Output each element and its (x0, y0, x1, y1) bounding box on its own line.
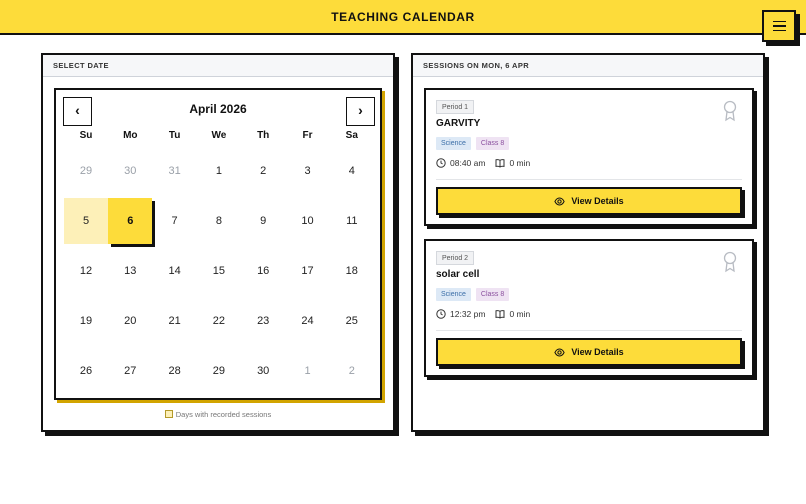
calendar-day[interactable]: 2 (241, 148, 285, 194)
book-icon (495, 310, 505, 319)
calendar-day-selected[interactable]: 6 (108, 198, 153, 244)
calendar-day[interactable]: 16 (241, 248, 285, 294)
weekday-label: Th (257, 130, 270, 141)
calendar-day[interactable]: 19 (64, 298, 108, 344)
calendar-day[interactable]: 31 (153, 148, 197, 194)
calendar-day[interactable]: 7 (153, 198, 197, 244)
recorded-day-swatch (164, 410, 173, 418)
calendar-day[interactable]: 25 (330, 298, 374, 344)
session-time: 12:32 pm (450, 309, 486, 319)
award-icon (723, 100, 737, 122)
next-month-button[interactable]: › (346, 97, 375, 126)
app-header: TEACHING CALENDAR (0, 0, 806, 42)
calendar-grid: 29 30 31 1 2 3 4 5 6 7 8 9 10 11 12 13 14 15 16 17 18 19 20 21 2… (64, 148, 374, 398)
calendar-day[interactable]: 17 (286, 248, 330, 294)
calendar-day[interactable]: 14 (153, 248, 197, 294)
session-duration: 0 min (509, 309, 531, 319)
calendar-legend: Days with recorded sessions (43, 410, 393, 419)
calendar-day[interactable]: 24 (286, 298, 330, 344)
calendar-day[interactable]: 1 (197, 148, 241, 194)
class-tag: Class 8 (475, 137, 510, 150)
subject-tag: Science (436, 137, 471, 150)
session-card: Period 1 GARVITY Science Class 8 08:40 a… (424, 88, 754, 226)
calendar-day[interactable]: 28 (153, 348, 197, 394)
session-card: Period 2 solar cell Science Class 8 12:3… (424, 239, 754, 377)
select-date-heading: SELECT DATE (43, 55, 393, 77)
award-icon (723, 251, 737, 273)
calendar-day[interactable]: 13 (108, 248, 152, 294)
view-details-label: View Details (571, 196, 624, 206)
session-duration: 0 min (509, 158, 531, 168)
weekday-label: We (211, 130, 227, 141)
class-tag: Class 8 (475, 288, 510, 301)
weekday-label: Tu (168, 130, 181, 141)
legend-label: Days with recorded sessions (175, 410, 272, 419)
calendar-day[interactable]: 15 (197, 248, 241, 294)
weekday-header: Su Mo Tu We Th Fr Sa (64, 130, 374, 144)
calendar-day[interactable]: 22 (197, 298, 241, 344)
select-date-panel: SELECT DATE ‹ April 2026 › Su Mo Tu We Th Fr S… (41, 53, 395, 432)
eye-icon (554, 197, 565, 205)
calendar-day[interactable]: 23 (241, 298, 285, 344)
menu-button[interactable] (762, 10, 796, 42)
clock-icon (436, 158, 446, 168)
calendar-day[interactable]: 8 (197, 198, 241, 244)
calendar-day[interactable]: 4 (330, 148, 374, 194)
calendar-day[interactable]: 1 (286, 348, 330, 394)
calendar-day[interactable]: 9 (241, 198, 285, 244)
sessions-heading: SESSIONS ON MON, 6 APR (413, 55, 763, 77)
calendar-day[interactable]: 26 (64, 348, 108, 394)
book-icon (495, 159, 505, 168)
weekday-label: Sa (345, 130, 358, 141)
calendar-day[interactable]: 12 (64, 248, 108, 294)
calendar-day[interactable]: 21 (153, 298, 197, 344)
hamburger-menu-icon (772, 20, 786, 23)
session-title: GARVITY (436, 118, 481, 129)
weekday-label: Fr (302, 130, 313, 141)
period-badge: Period 2 (436, 251, 475, 265)
page-title: TEACHING CALENDAR (331, 10, 475, 24)
period-badge: Period 1 (436, 100, 475, 114)
calendar-day[interactable]: 3 (286, 148, 330, 194)
calendar-day[interactable]: 10 (286, 198, 330, 244)
session-title: solar cell (436, 269, 480, 280)
calendar: ‹ April 2026 › Su Mo Tu We Th Fr Sa 29 30 31 1 2 3 4… (54, 88, 382, 400)
calendar-day[interactable]: 5 (64, 198, 108, 244)
sessions-panel: SESSIONS ON MON, 6 APR Period 1 GARVITY … (411, 53, 765, 432)
calendar-day[interactable]: 27 (108, 348, 152, 394)
view-details-button[interactable]: View Details (436, 187, 742, 215)
calendar-day[interactable]: 20 (108, 298, 152, 344)
calendar-day[interactable]: 11 (330, 198, 374, 244)
clock-icon (436, 309, 446, 319)
view-details-button[interactable]: View Details (436, 338, 742, 366)
eye-icon (554, 348, 565, 356)
calendar-day[interactable]: 30 (108, 148, 152, 194)
calendar-day[interactable]: 2 (330, 348, 374, 394)
calendar-month-title: April 2026 (189, 102, 247, 116)
view-details-label: View Details (571, 347, 624, 357)
weekday-label: Mo (123, 130, 138, 141)
session-time: 08:40 am (450, 158, 486, 168)
calendar-day[interactable]: 29 (64, 148, 108, 194)
weekday-label: Su (79, 130, 93, 141)
chevron-right-icon: › (358, 102, 363, 118)
calendar-day[interactable]: 30 (241, 348, 285, 394)
calendar-day[interactable]: 29 (197, 348, 241, 394)
calendar-day[interactable]: 18 (330, 248, 374, 294)
subject-tag: Science (436, 288, 471, 301)
